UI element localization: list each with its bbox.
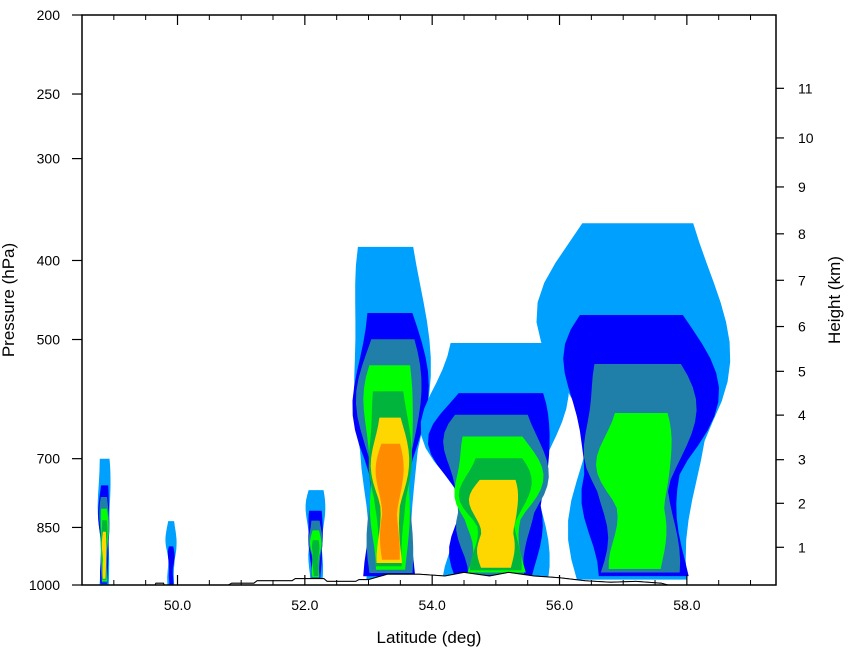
y-tick-label-6: 850 [37,519,61,535]
x-axis-title: Latitude (deg) [377,628,482,647]
x-tick-label-0: 50.0 [164,597,191,613]
y-axis-title-left: Pressure (hPa) [0,243,18,357]
y-right-tick-label-5: 6 [798,319,806,335]
contour-chart: 50.0 52.0 54.0 56.0 58.020025030040050070085… [0,7,844,647]
x-tick-label-2: 54.0 [419,597,446,613]
y-tick-label-7: 1000 [29,577,60,593]
y-right-tick-label-4: 5 [798,363,806,379]
y-right-tick-label-10: 11 [798,80,813,96]
y-right-tick-label-3: 4 [798,407,806,423]
y-right-tick-label-9: 10 [798,130,814,146]
y-tick-label-5: 700 [37,451,61,467]
y-tick-label-0: 200 [37,7,61,23]
chart-container: 50.0 52.0 54.0 56.0 58.0 200 250 300 400 500 700 85… [0,0,850,650]
y-right-tick-label-1: 2 [798,495,806,511]
y-tick-label-1: 250 [37,86,61,102]
y-right-tick-label-2: 3 [798,452,806,468]
y-right-tick-label-8: 9 [798,179,806,195]
y-right-tick-label-7: 8 [798,226,806,242]
x-tick-label-3: 56.0 [546,597,573,613]
y-tick-label-4: 500 [37,332,61,348]
y-tick-label-3: 400 [37,252,61,268]
y-axis-title-right: Height (km) [825,256,844,344]
y-tick-label-2: 300 [37,151,61,167]
y-right-tick-label-0: 1 [798,539,806,555]
x-tick-label-1: 52.0 [291,597,318,613]
y-right-tick-label-6: 7 [798,272,806,288]
x-tick-label-4: 58.0 [673,597,700,613]
